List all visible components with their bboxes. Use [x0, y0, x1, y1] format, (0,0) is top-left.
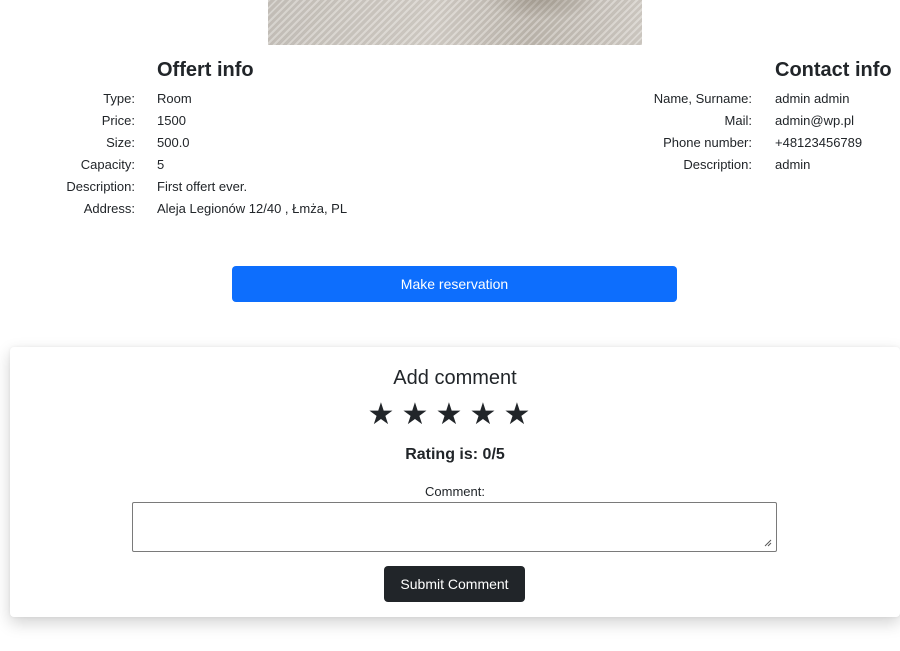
- contact-name-label: Name, Surname:: [653, 91, 752, 106]
- offert-size-value: 500.0: [157, 135, 190, 150]
- star-icon-5[interactable]: ★: [503, 399, 531, 431]
- contact-description-value: admin: [775, 157, 811, 172]
- star-icon-3[interactable]: ★: [435, 399, 463, 431]
- star-icon-4[interactable]: ★: [469, 399, 497, 431]
- offert-description-label: Description:: [66, 179, 135, 194]
- offert-address-value: Aleja Legionów 12/40 , Łmża, PL: [157, 201, 348, 216]
- comment-textarea[interactable]: [132, 502, 777, 552]
- star-icon-1[interactable]: ★: [367, 399, 395, 431]
- contact-mail-value: admin@wp.pl: [775, 113, 854, 128]
- offert-type-value: Room: [157, 91, 192, 106]
- offert-description-value: First offert ever.: [157, 179, 248, 194]
- offert-capacity-value: 5: [157, 157, 165, 172]
- offer-photo: [268, 0, 642, 45]
- offert-price-value: 1500: [157, 113, 186, 128]
- submit-comment-button[interactable]: Submit Comment: [384, 566, 525, 602]
- star-icon-2[interactable]: ★: [401, 399, 429, 431]
- offert-address-label: Address:: [83, 201, 135, 216]
- contact-name-value: admin admin: [775, 91, 850, 106]
- offert-price-label: Price:: [101, 113, 135, 128]
- rating-status: Rating is: 0/5: [405, 446, 505, 463]
- offert-capacity-label: Capacity:: [80, 157, 135, 172]
- contact-description-label: Description:: [683, 157, 752, 172]
- contact-phone-label: Phone number:: [663, 135, 752, 150]
- offert-type-label: Type:: [103, 91, 135, 106]
- photo-shade: [482, 0, 602, 20]
- add-comment-card: Add comment ★ ★ ★ ★ ★ Rating is: 0/5 Com…: [10, 347, 900, 617]
- offer-details-page: Offert info Type: Room Price: 1500 Size:…: [0, 0, 900, 651]
- contact-phone-value: +48123456789: [775, 135, 863, 150]
- star-rating: ★ ★ ★ ★ ★: [367, 399, 531, 431]
- offert-size-label: Size:: [106, 135, 135, 150]
- add-comment-title: Add comment: [393, 367, 517, 389]
- make-reservation-button[interactable]: Make reservation: [232, 266, 677, 302]
- comment-label: Comment:: [425, 484, 485, 499]
- offert-info-title: Offert info: [157, 59, 254, 81]
- contact-info-title: Contact info: [775, 59, 892, 81]
- contact-mail-label: Mail:: [724, 113, 752, 128]
